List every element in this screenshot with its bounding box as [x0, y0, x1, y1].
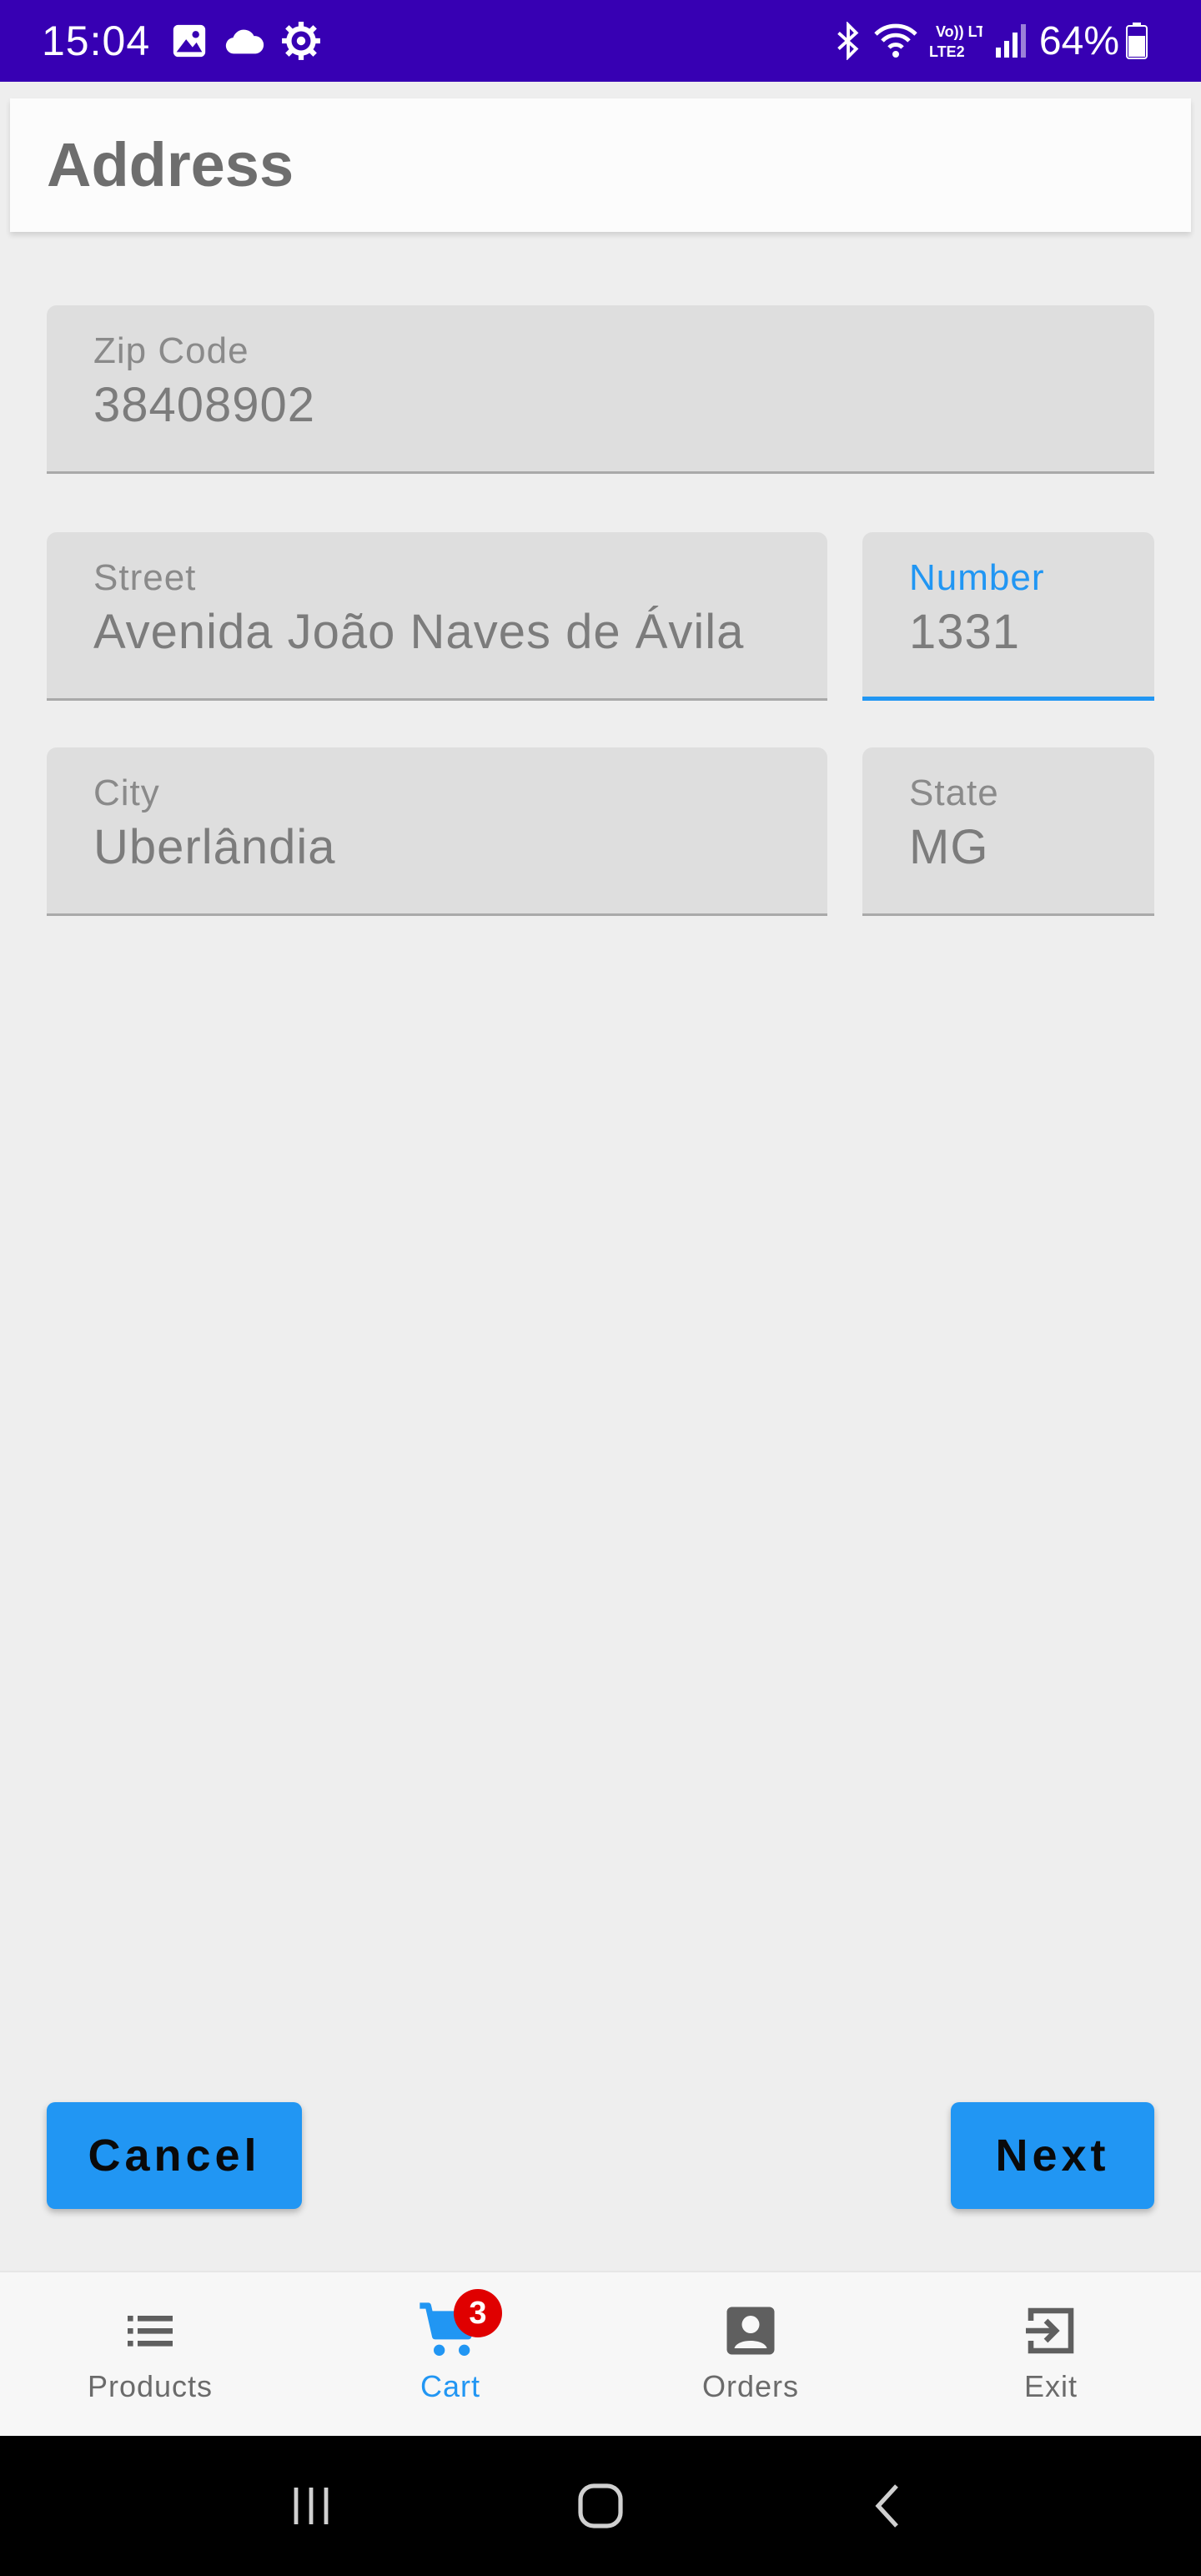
next-button[interactable]: Next: [951, 2102, 1154, 2209]
list-icon: [120, 2297, 180, 2364]
zip-code-input[interactable]: 38408902: [93, 377, 315, 433]
bottom-navigation: Products 3 Cart Orders Exit: [0, 2271, 1201, 2436]
number-label: Number: [909, 557, 1045, 598]
signal-icon: [994, 23, 1028, 59]
zip-code-label: Zip Code: [93, 330, 249, 371]
city-field[interactable]: City Uberlândia: [47, 747, 827, 916]
bluetooth-icon: [834, 22, 862, 60]
zip-code-field[interactable]: Zip Code 38408902: [47, 305, 1154, 474]
cart-icon: 3: [417, 2289, 502, 2364]
state-field[interactable]: State MG: [862, 747, 1154, 916]
svg-text:LTE2: LTE2: [929, 43, 965, 60]
status-time: 15:04: [42, 18, 151, 64]
state-input[interactable]: MG: [909, 819, 988, 875]
nav-item-exit[interactable]: Exit: [901, 2272, 1201, 2438]
nav-item-products[interactable]: Products: [0, 2272, 300, 2438]
nav-item-cart[interactable]: 3 Cart: [300, 2272, 600, 2438]
account-box-icon: [721, 2297, 781, 2364]
nav-label-exit: Exit: [1023, 2369, 1078, 2403]
page-title: Address: [47, 130, 294, 199]
wifi-icon: [874, 23, 917, 59]
city-input[interactable]: Uberlândia: [93, 819, 336, 875]
status-bar-right: Vo)) LTE2 LTE2 64%: [834, 18, 1159, 64]
svg-text:Vo)) LTE2: Vo)) LTE2: [936, 23, 982, 40]
status-bar-left: 15:04: [42, 17, 337, 65]
status-bar: 15:04 Vo)) LTE2 LTE2 64%: [0, 0, 1201, 82]
number-field[interactable]: Number 1331: [862, 532, 1154, 701]
volte-icon: Vo)) LTE2 LTE2: [929, 22, 982, 60]
nav-item-orders[interactable]: Orders: [600, 2272, 901, 2438]
battery-percent: 64%: [1038, 18, 1119, 63]
cloud-icon: [224, 24, 265, 58]
street-label: Street: [93, 557, 197, 598]
city-label: City: [93, 772, 160, 813]
cart-count-badge: 3: [454, 2289, 502, 2337]
settings-gear-icon: [280, 20, 322, 62]
back-icon[interactable]: [840, 2464, 940, 2548]
app-bar: Address: [10, 98, 1191, 232]
recents-icon[interactable]: [261, 2464, 361, 2548]
street-field[interactable]: Street Avenida João Naves de Ávila: [47, 532, 827, 701]
nav-label-products: Products: [87, 2369, 214, 2403]
nav-label-orders: Orders: [701, 2369, 800, 2403]
number-input[interactable]: 1331: [909, 604, 1020, 660]
street-input[interactable]: Avenida João Naves de Ávila: [93, 604, 744, 660]
battery-icon: [1126, 23, 1148, 59]
gallery-icon: [170, 22, 209, 60]
system-navigation-bar: [0, 2436, 1201, 2576]
exit-icon: [1021, 2297, 1081, 2364]
cancel-button[interactable]: Cancel: [47, 2102, 302, 2209]
home-icon[interactable]: [550, 2464, 651, 2548]
state-label: State: [909, 772, 999, 813]
nav-label-cart: Cart: [420, 2369, 480, 2403]
